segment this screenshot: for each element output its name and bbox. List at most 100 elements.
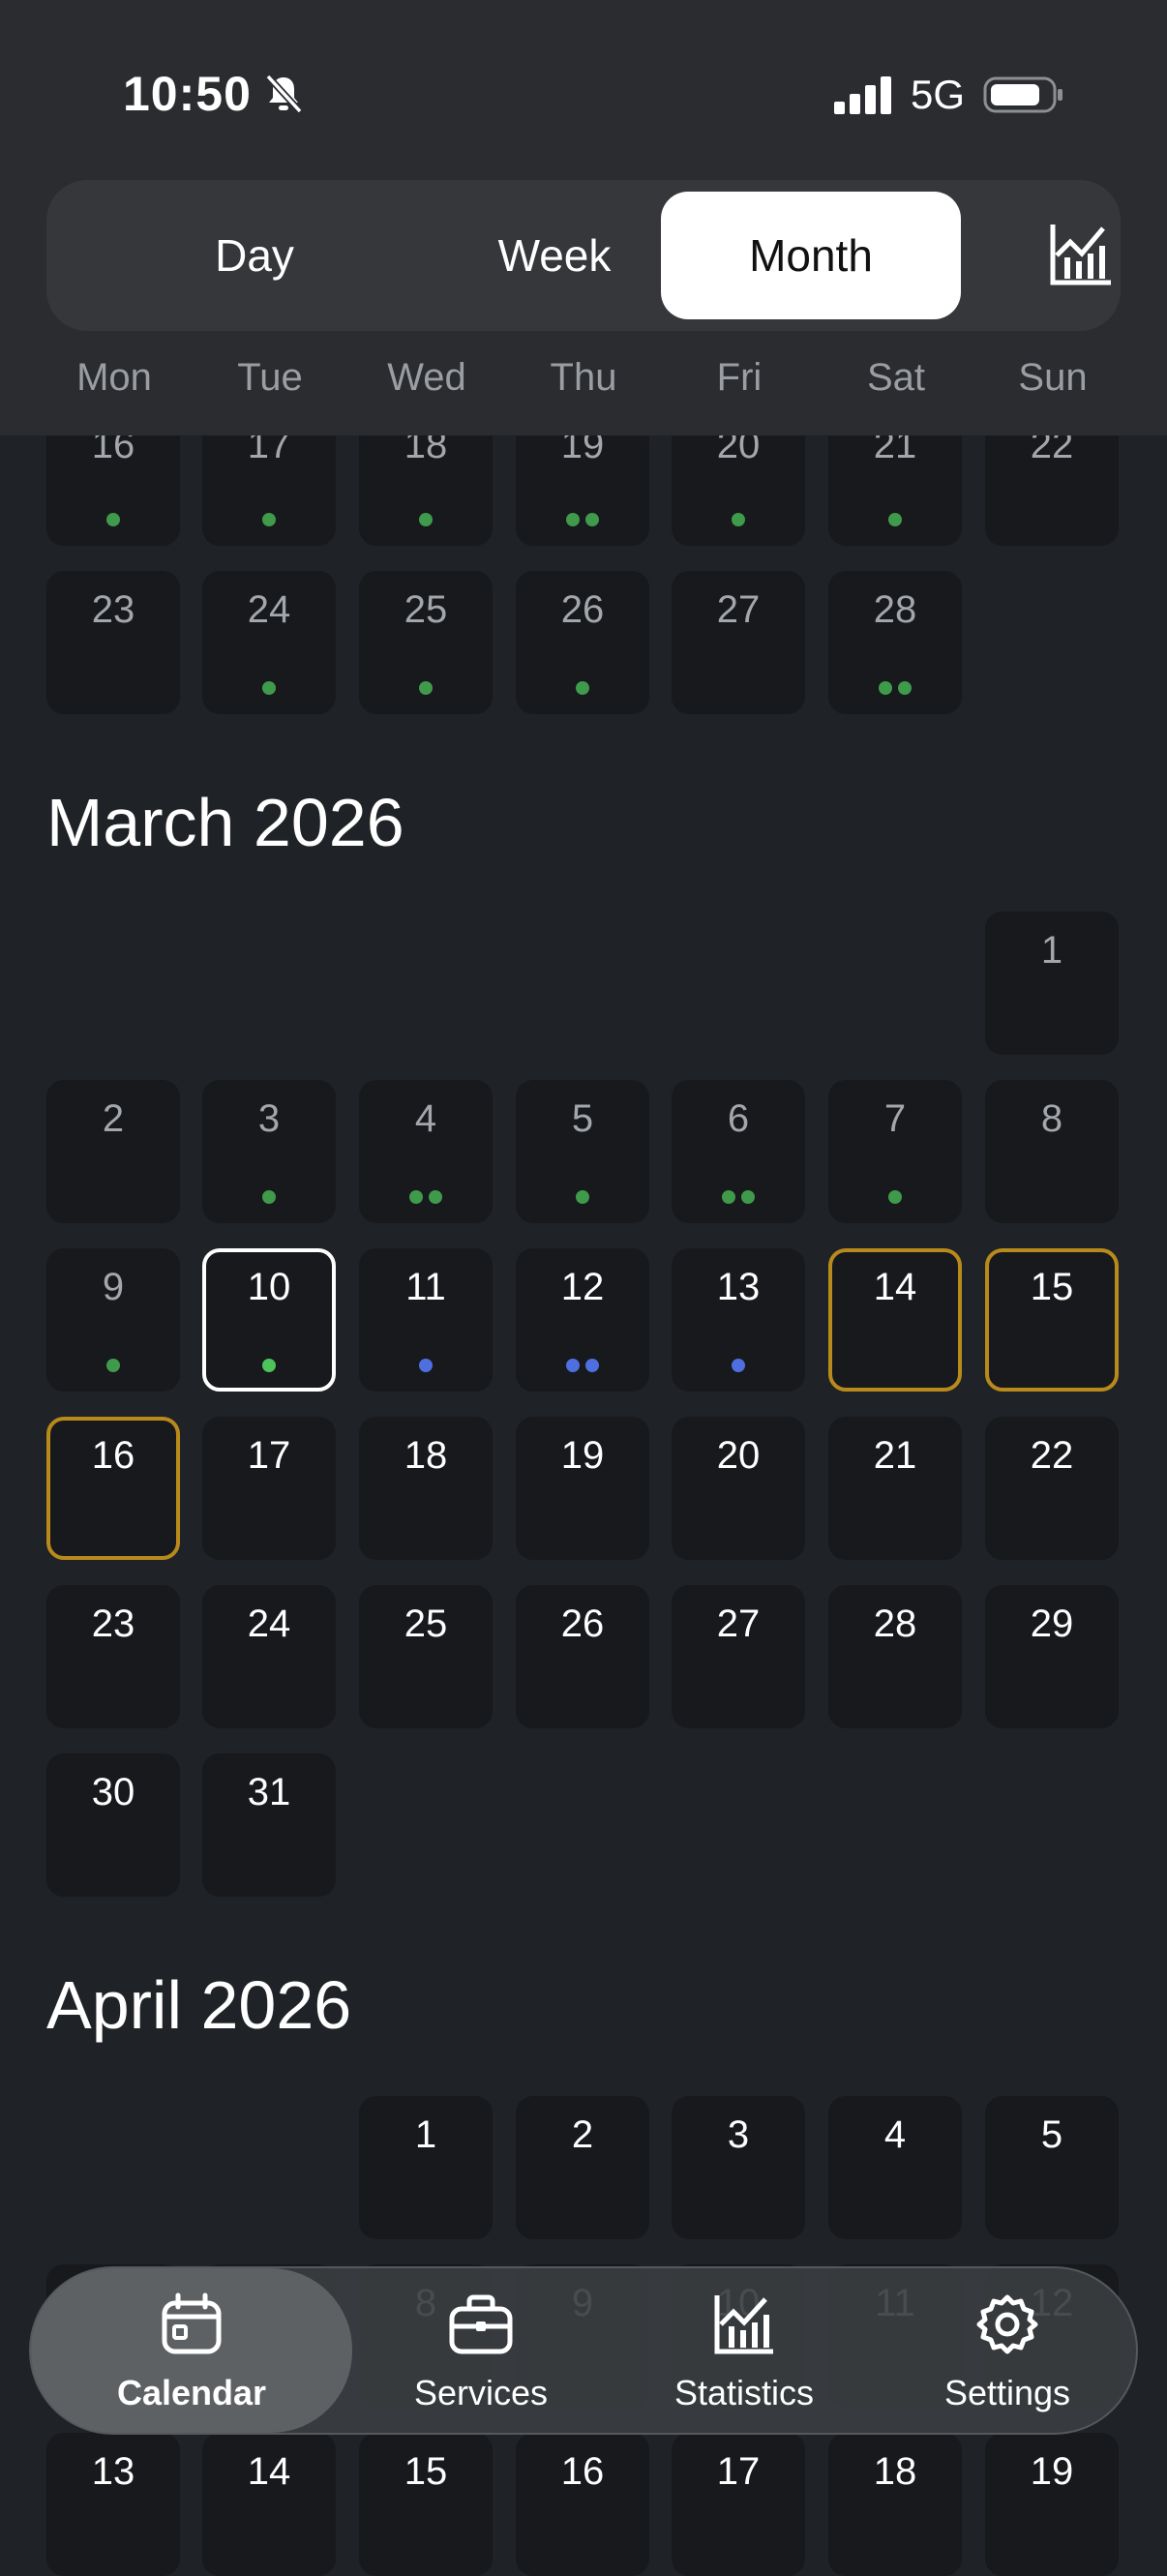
tab-label: Statistics bbox=[673, 2373, 815, 2412]
day-number: 27 bbox=[716, 1603, 761, 1645]
day-cell[interactable]: 20 bbox=[672, 1417, 805, 1560]
day-cell[interactable]: 27 bbox=[672, 571, 805, 714]
tab-settings[interactable]: Settings bbox=[877, 2268, 1138, 2433]
day-number: 9 bbox=[102, 1266, 125, 1308]
weekday-label: Mon bbox=[76, 356, 152, 399]
tab-week[interactable]: Week bbox=[404, 192, 704, 319]
day-cell[interactable]: 30 bbox=[46, 1753, 180, 1897]
day-cell[interactable]: 23 bbox=[46, 571, 180, 714]
day-cell[interactable]: 5 bbox=[985, 2096, 1119, 2239]
event-dot bbox=[576, 1190, 589, 1204]
day-number: 6 bbox=[727, 1097, 750, 1140]
day-cell[interactable]: 14 bbox=[828, 1248, 962, 1392]
day-cell[interactable]: 6 bbox=[672, 1080, 805, 1223]
day-cell[interactable]: 21 bbox=[828, 1417, 962, 1560]
event-dots bbox=[359, 513, 493, 526]
tab-calendar[interactable]: Calendar bbox=[31, 2268, 352, 2433]
day-cell[interactable]: 31 bbox=[202, 1753, 336, 1897]
day-cell[interactable]: 25 bbox=[359, 1585, 493, 1728]
day-cell[interactable]: 10 bbox=[202, 1248, 336, 1392]
day-number: 15 bbox=[1030, 1266, 1074, 1308]
day-number: 17 bbox=[716, 2450, 761, 2493]
tab-month[interactable]: Month bbox=[661, 192, 961, 319]
event-dot bbox=[262, 1190, 276, 1204]
day-cell[interactable]: 1 bbox=[359, 2096, 493, 2239]
day-number: 4 bbox=[414, 1097, 437, 1140]
day-number: 14 bbox=[247, 2450, 291, 2493]
day-number: 17 bbox=[247, 1434, 291, 1477]
day-cell[interactable]: 24 bbox=[202, 1585, 336, 1728]
day-cell[interactable]: 16 bbox=[516, 2433, 649, 2576]
day-cell[interactable]: 3 bbox=[202, 1080, 336, 1223]
event-dots bbox=[672, 1190, 805, 1204]
day-cell[interactable]: 22 bbox=[985, 1417, 1119, 1560]
event-dots bbox=[359, 1359, 493, 1372]
day-number: 1 bbox=[414, 2113, 437, 2156]
day-cell[interactable]: 14 bbox=[202, 2433, 336, 2576]
day-cell[interactable]: 27 bbox=[672, 1585, 805, 1728]
day-number: 13 bbox=[716, 1266, 761, 1308]
chart-icon[interactable] bbox=[1043, 217, 1121, 294]
day-number: 25 bbox=[404, 1603, 448, 1645]
day-cell[interactable]: 18 bbox=[359, 1417, 493, 1560]
day-number: 27 bbox=[716, 588, 761, 631]
event-dot bbox=[419, 681, 433, 695]
day-number: 25 bbox=[404, 588, 448, 631]
day-cell[interactable]: 25 bbox=[359, 571, 493, 714]
day-cell[interactable]: 26 bbox=[516, 571, 649, 714]
event-dots bbox=[828, 513, 962, 526]
day-cell[interactable]: 2 bbox=[46, 1080, 180, 1223]
event-dot bbox=[888, 513, 902, 526]
day-cell[interactable]: 4 bbox=[359, 1080, 493, 1223]
day-cell[interactable]: 3 bbox=[672, 2096, 805, 2239]
day-cell[interactable]: 7 bbox=[828, 1080, 962, 1223]
briefcase-icon bbox=[449, 2294, 513, 2354]
day-number: 12 bbox=[560, 1266, 605, 1308]
event-dot bbox=[429, 1190, 442, 1204]
day-cell[interactable]: 28 bbox=[828, 571, 962, 714]
day-number: 24 bbox=[247, 588, 291, 631]
day-number: 22 bbox=[1030, 1434, 1074, 1477]
day-cell[interactable]: 9 bbox=[46, 1248, 180, 1392]
day-cell[interactable]: 15 bbox=[985, 1248, 1119, 1392]
day-cell[interactable]: 23 bbox=[46, 1585, 180, 1728]
tab-day[interactable]: Day bbox=[105, 192, 404, 319]
day-cell[interactable]: 2 bbox=[516, 2096, 649, 2239]
day-cell[interactable]: 24 bbox=[202, 571, 336, 714]
day-cell[interactable]: 19 bbox=[516, 1417, 649, 1560]
day-number: 19 bbox=[1030, 2450, 1074, 2493]
day-number: 29 bbox=[1030, 1603, 1074, 1645]
day-number: 28 bbox=[873, 588, 917, 631]
day-cell[interactable]: 11 bbox=[359, 1248, 493, 1392]
day-cell[interactable]: 5 bbox=[516, 1080, 649, 1223]
day-cell[interactable]: 18 bbox=[828, 2433, 962, 2576]
event-dot bbox=[741, 1190, 755, 1204]
cellular-signal-icon bbox=[834, 76, 891, 114]
day-cell[interactable]: 15 bbox=[359, 2433, 493, 2576]
day-number: 8 bbox=[1040, 1097, 1063, 1140]
day-number: 11 bbox=[405, 1266, 446, 1308]
day-cell[interactable]: 12 bbox=[516, 1248, 649, 1392]
day-cell[interactable]: 8 bbox=[985, 1080, 1119, 1223]
tab-services[interactable]: Services bbox=[350, 2268, 612, 2433]
day-number: 5 bbox=[571, 1097, 594, 1140]
day-cell[interactable]: 13 bbox=[46, 2433, 180, 2576]
day-cell[interactable]: 19 bbox=[985, 2433, 1119, 2576]
weekday-label: Fri bbox=[716, 356, 763, 399]
tab-statistics[interactable]: Statistics bbox=[613, 2268, 875, 2433]
day-cell[interactable]: 28 bbox=[828, 1585, 962, 1728]
day-cell[interactable]: 17 bbox=[202, 1417, 336, 1560]
top-header: 10:50 5G Day Week Month Mon Tue Wed Thu Fri S… bbox=[0, 0, 1167, 435]
day-cell[interactable]: 13 bbox=[672, 1248, 805, 1392]
chart-icon bbox=[714, 2295, 773, 2354]
day-cell[interactable]: 29 bbox=[985, 1585, 1119, 1728]
day-cell[interactable]: 16 bbox=[46, 1417, 180, 1560]
day-cell[interactable]: 26 bbox=[516, 1585, 649, 1728]
battery-icon bbox=[983, 76, 1062, 113]
day-cell[interactable]: 4 bbox=[828, 2096, 962, 2239]
month-title: March 2026 bbox=[46, 785, 404, 860]
event-dot bbox=[879, 681, 892, 695]
day-cell[interactable]: 1 bbox=[985, 912, 1119, 1055]
day-number: 18 bbox=[404, 1434, 448, 1477]
day-cell[interactable]: 17 bbox=[672, 2433, 805, 2576]
